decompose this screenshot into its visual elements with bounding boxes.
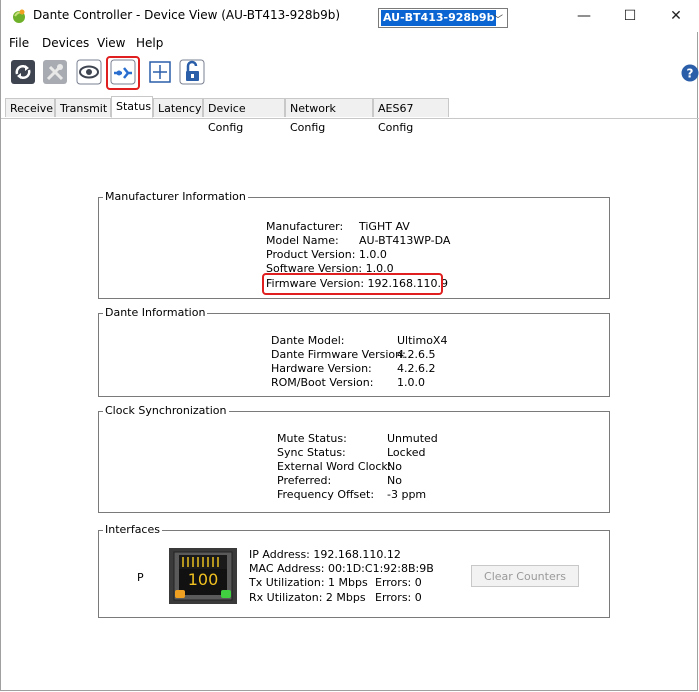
menu-file[interactable]: File [9, 36, 29, 50]
tab-receive[interactable]: Receive [5, 98, 55, 117]
link-speed: 100 [187, 570, 219, 589]
tools-icon [43, 60, 67, 84]
dante-firmware-value: 4.2.6.5 [397, 348, 436, 361]
clear-counters-button[interactable]: Clear Counters [471, 565, 579, 587]
rx-utilization: Rx Utilizaton: 2 Mbps [249, 591, 366, 604]
highlight-firmware-version [262, 273, 443, 295]
highlight-network-button [106, 56, 140, 90]
ethernet-port-icon: 100 [169, 548, 237, 604]
menu-help[interactable]: Help [136, 36, 163, 50]
port-label: P [137, 571, 144, 584]
chevron-down-icon: ﹀ [493, 15, 503, 26]
plus-box-icon [149, 61, 171, 83]
frequency-offset-label: Frequency Offset: [277, 488, 375, 501]
mute-status-value: Unmuted [387, 432, 438, 445]
sync-status-value: Locked [387, 446, 426, 459]
lock-button[interactable] [178, 58, 206, 86]
device-selector[interactable]: AU-BT413-928b9b ﹀ [378, 8, 508, 28]
dante-app-icon [13, 9, 25, 23]
group-title: Dante Information [103, 306, 208, 320]
hardware-version-label: Hardware Version: [271, 362, 372, 375]
close-button[interactable]: ✕ [653, 0, 699, 32]
unlock-icon [179, 59, 205, 85]
tx-errors: Errors: 0 [375, 576, 422, 589]
menu-view[interactable]: View [97, 36, 125, 50]
mac-address: MAC Address: 00:1D:C1:92:8B:9B [249, 562, 434, 575]
menu-bar: File Devices View Help [1, 34, 699, 54]
tab-aes67-config[interactable]: AES67 Config [373, 98, 449, 134]
refresh-icon [11, 60, 35, 84]
dante-model-label: Dante Model: [271, 334, 345, 347]
model-name-label: Model Name: [266, 234, 339, 247]
group-title: Manufacturer Information [103, 190, 248, 204]
window-title: Dante Controller - Device View (AU-BT413… [33, 8, 341, 22]
ip-address: IP Address: 192.168.110.12 [249, 548, 401, 561]
tab-device-config[interactable]: Device Config [203, 98, 285, 134]
device-config-button[interactable] [41, 58, 69, 86]
external-word-clock-label: External Word Clock: [277, 460, 392, 473]
external-word-clock-value: No [387, 460, 402, 473]
identify-button[interactable] [75, 58, 103, 86]
svg-text:?: ? [687, 67, 694, 81]
eye-icon [76, 59, 102, 85]
group-title: Clock Synchronization [103, 404, 229, 418]
hardware-version-value: 4.2.6.2 [397, 362, 436, 375]
refresh-button[interactable] [9, 58, 37, 86]
maximize-button[interactable]: ☐ [607, 0, 653, 32]
device-selector-value: AU-BT413-928b9b [381, 10, 497, 26]
sync-status-label: Sync Status: [277, 446, 346, 459]
rom-version-label: ROM/Boot Version: [271, 376, 374, 389]
dante-model-value: UltimoX4 [397, 334, 448, 347]
group-title: Interfaces [103, 523, 162, 537]
tab-network-config[interactable]: Network Config [285, 98, 373, 134]
dante-firmware-label: Dante Firmware Version: [271, 348, 406, 361]
mute-status-label: Mute Status: [277, 432, 347, 445]
preferred-label: Preferred: [277, 474, 332, 487]
model-name-value: AU-BT413WP-DA [359, 234, 451, 247]
manufacturer-value: TiGHT AV [359, 220, 410, 233]
toolbar [1, 56, 699, 90]
minimize-button[interactable]: — [561, 0, 607, 32]
tab-transmit[interactable]: Transmit [55, 98, 111, 117]
expand-button[interactable] [146, 58, 174, 86]
device-view-window: Dante Controller - Device View (AU-BT413… [0, 0, 699, 691]
frequency-offset-value: -3 ppm [387, 488, 427, 501]
tab-bar: Receive Transmit Status Latency Device C… [1, 96, 699, 134]
tx-utilization: Tx Utilization: 1 Mbps [249, 576, 368, 589]
rom-version-value: 1.0.0 [397, 376, 425, 389]
preferred-value: No [387, 474, 402, 487]
menu-devices[interactable]: Devices [42, 36, 89, 50]
tab-status[interactable]: Status [111, 96, 153, 118]
manufacturer-label: Manufacturer: [266, 220, 344, 233]
tab-latency[interactable]: Latency [153, 98, 203, 117]
help-icon[interactable]: ? [681, 64, 699, 82]
product-version: Product Version: 1.0.0 [266, 248, 387, 261]
rx-errors: Errors: 0 [375, 591, 422, 604]
title-bar: Dante Controller - Device View (AU-BT413… [1, 0, 699, 32]
